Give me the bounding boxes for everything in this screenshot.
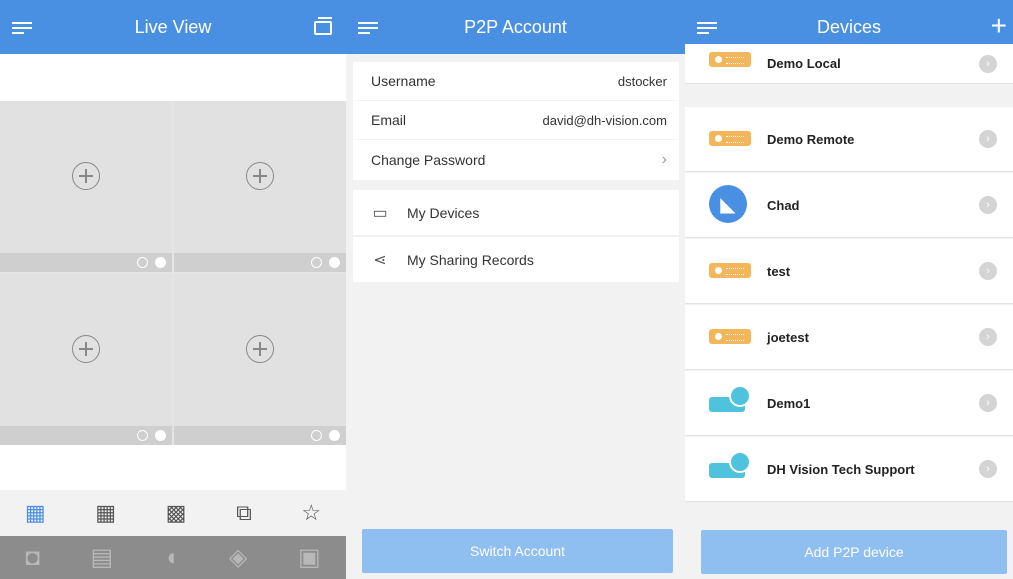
switch-window-icon[interactable]: ⧉ [236,500,252,526]
shared-nvr-icon [709,385,753,415]
status-dot-icon [155,430,166,441]
chevron-right-icon[interactable]: › [979,460,997,478]
camera-snapshot-icon[interactable]: ◘ [25,544,40,572]
favorites-star-icon[interactable]: ☆ [301,500,321,526]
device-name: Chad [767,197,800,213]
change-password-label: Change Password [371,152,486,168]
hamburger-icon[interactable] [12,22,32,34]
chevron-right-icon[interactable]: › [979,262,997,280]
sharing-records-row[interactable]: ⋖ My Sharing Records [353,237,679,282]
camera-icon: ◣ [709,185,753,223]
device-name: Demo1 [767,395,811,411]
list-item[interactable]: Demo1 › [685,371,1013,436]
layout-bar: ▦ ▦ ▩ ⧉ ☆ [0,490,346,536]
list-item[interactable]: Demo Remote › [685,107,1013,172]
add-channel-icon[interactable] [72,162,100,190]
zoom-icon[interactable] [137,430,148,441]
device-name: Demo Remote [767,131,855,147]
my-devices-row[interactable]: ▭ My Devices [353,190,679,235]
devices-panel: Devices + Demo Local › Demo Remote › ◣ C… [685,0,1013,579]
device-name: joetest [767,329,809,345]
zoom-icon[interactable] [137,257,148,268]
username-row: Username dstocker [353,62,679,100]
status-dot-icon [155,257,166,268]
video-cell[interactable] [174,101,346,272]
hamburger-icon[interactable] [697,22,717,34]
chevron-right-icon: › [661,151,667,168]
email-row: Email david@dh-vision.com [353,101,679,139]
add-channel-icon[interactable] [246,162,274,190]
device-name: DH Vision Tech Support [767,461,915,477]
chevron-right-icon[interactable]: › [979,54,997,73]
add-icon[interactable]: + [991,12,1007,40]
live-view-panel: Live View ▦ ▦ ▩ ⧉ ☆ ◘ ▤ ◖ ◈ ▣ [0,0,346,579]
video-cell[interactable] [174,274,346,445]
share-icon: ⋖ [373,251,387,269]
sharing-records-label: My Sharing Records [407,251,534,268]
zoom-icon[interactable] [311,430,322,441]
list-item[interactable]: joetest › [685,305,1013,370]
cell-bar [0,426,172,445]
list-item[interactable]: Demo Local › [685,44,1013,84]
device-name: test [767,263,791,279]
window-icon[interactable] [314,17,332,35]
cell-bar [0,253,172,272]
p2p-account-panel: P2P Account Username dstocker Email davi… [346,0,685,579]
live-toolbar: ◘ ▤ ◖ ◈ ▣ [0,536,346,579]
audio-icon[interactable]: ◖ [164,544,179,572]
ptz-icon[interactable]: ◈ [229,543,247,572]
grid-9-icon[interactable]: ▦ [95,500,116,526]
status-dot-icon [329,257,340,268]
cell-bar [174,426,346,445]
list-item[interactable]: test › [685,239,1013,304]
zoom-icon[interactable] [311,257,322,268]
video-camera-icon: ▭ [372,204,388,222]
add-p2p-device-button[interactable]: Add P2P device [701,530,1007,574]
chevron-right-icon[interactable]: › [979,328,997,346]
image-icon[interactable]: ▣ [298,543,321,572]
status-dot-icon [329,430,340,441]
nvr-icon [709,259,753,283]
chevron-right-icon[interactable]: › [979,394,997,412]
nvr-icon [709,325,753,349]
video-cell[interactable] [0,274,172,445]
my-devices-label: My Devices [407,204,480,221]
switch-account-button[interactable]: Switch Account [362,529,673,573]
page-title: Live View [134,16,212,37]
email-label: Email [371,112,407,128]
change-password-row[interactable]: Change Password › [353,140,679,180]
nvr-icon [709,127,753,151]
video-cell[interactable] [0,101,172,272]
record-clapper-icon[interactable]: ▤ [90,543,113,572]
list-item[interactable]: DH Vision Tech Support › [685,437,1013,502]
cloud-nvr-icon [709,451,753,481]
grid-4-icon[interactable]: ▦ [25,500,46,526]
chevron-right-icon[interactable]: › [979,130,997,148]
add-channel-icon[interactable] [246,335,274,363]
live-view-header: Live View [0,0,346,54]
device-name: Demo Local [767,56,841,71]
p2p-header: P2P Account [346,0,685,54]
nvr-icon [709,51,753,76]
chevron-right-icon[interactable]: › [979,196,997,214]
list-item[interactable]: ◣ Chad › [685,173,1013,238]
page-title: P2P Account [464,16,567,37]
email-value: david@dh-vision.com [542,112,667,128]
add-channel-icon[interactable] [72,335,100,363]
grid-16-icon[interactable]: ▩ [166,500,187,526]
video-grid [0,101,346,445]
username-value: dstocker [617,73,667,89]
username-label: Username [371,73,436,89]
cell-bar [174,253,346,272]
page-title: Devices [816,16,882,37]
hamburger-icon[interactable] [358,22,378,34]
